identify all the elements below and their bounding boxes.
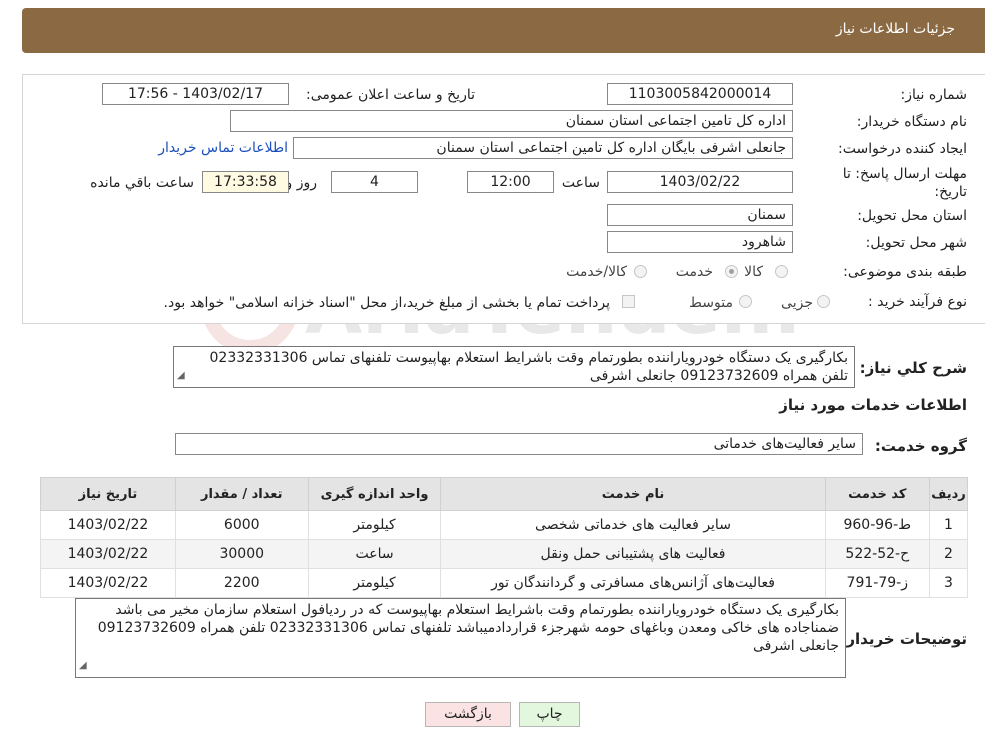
remaining-time-label: ساعت باقي مانده xyxy=(90,175,194,191)
table-header-row: ردیف کد خدمت نام خدمت واحد اندازه گیری ت… xyxy=(40,477,969,511)
category-goods-label: کالا xyxy=(744,264,763,280)
days-remaining-field: 4 xyxy=(331,171,418,193)
days-label: روز و xyxy=(285,175,318,191)
quantity-cell: 30000 xyxy=(174,539,309,569)
need-number-field: 1103005842000014 xyxy=(607,83,793,105)
service-group-label: گروه خدمت: xyxy=(874,437,967,455)
service-name-cell: سایر فعالیت های خدماتی شخصی xyxy=(440,510,826,540)
purchase-small-radio[interactable] xyxy=(817,295,830,308)
table-row: 3 ز-79-791 فعالیت‌های آژانس‌های مسافرتی … xyxy=(40,568,969,598)
deadline-time-label: ساعت xyxy=(561,175,600,191)
unit-cell: کیلومتر xyxy=(307,568,442,598)
treasury-payment-note: پرداخت تمام یا بخشی از مبلغ خرید،از محل … xyxy=(163,295,610,311)
resize-grip-icon: ◢ xyxy=(79,660,87,671)
col-header-unit: واحد اندازه گیری xyxy=(307,477,442,511)
summary-textarea[interactable]: بکارگیری یک دستگاه خودرویاراننده بطورتما… xyxy=(173,346,855,388)
col-header-need-date: تاریخ نیاز xyxy=(40,477,176,511)
service-name-cell: فعالیت‌های آژانس‌های مسافرتی و گردانندگا… xyxy=(440,568,826,598)
service-code-cell: ط-96-960 xyxy=(824,510,930,540)
buyer-notes-textarea[interactable]: بکارگیری یک دستگاه خودرویاراننده بطورتما… xyxy=(75,598,846,678)
buyer-notes-label: توضیحات خریدار: xyxy=(840,630,967,648)
province-field: سمنان xyxy=(607,204,793,226)
buyer-contact-link[interactable]: اطلاعات تماس خریدار xyxy=(158,140,288,156)
row-number-cell: 2 xyxy=(928,539,969,569)
remaining-time-field: 17:33:58 xyxy=(202,171,289,193)
purchase-type-label: نوع فرآیند خرید : xyxy=(868,294,967,310)
province-label: استان محل تحویل: xyxy=(857,208,967,224)
announce-date-label: تاریخ و ساعت اعلان عمومی: xyxy=(306,87,475,103)
announce-date-field: 1403/02/17 - 17:56 xyxy=(102,83,289,105)
services-table: ردیف کد خدمت نام خدمت واحد اندازه گیری ت… xyxy=(40,477,969,598)
need-date-cell: 1403/02/22 xyxy=(40,539,176,569)
deadline-time-field: 12:00 xyxy=(467,171,554,193)
services-section-title: اطلاعات خدمات مورد نياز xyxy=(779,396,967,414)
print-button[interactable]: چاپ xyxy=(519,702,580,727)
table-row: 1 ط-96-960 سایر فعالیت های خدماتی شخصی ک… xyxy=(40,510,969,540)
table-row: 2 ح-52-522 فعالیت های پشتیبانی حمل ونقل … xyxy=(40,539,969,569)
summary-text: بکارگیری یک دستگاه خودرویاراننده بطورتما… xyxy=(209,350,849,384)
deadline-date-field: 1403/02/22 xyxy=(607,171,793,193)
category-label: طبقه بندی موضوعی: xyxy=(843,264,967,280)
category-service-label: خدمت xyxy=(675,264,713,280)
need-date-cell: 1403/02/22 xyxy=(40,568,176,598)
category-goods-radio[interactable] xyxy=(775,265,788,278)
quantity-cell: 2200 xyxy=(174,568,309,598)
buyer-notes-text: بکارگیری یک دستگاه خودرویاراننده بطورتما… xyxy=(97,602,839,654)
service-code-cell: ح-52-522 xyxy=(824,539,930,569)
purchase-medium-radio[interactable] xyxy=(739,295,752,308)
category-goods-service-radio[interactable] xyxy=(634,265,647,278)
category-service-radio[interactable] xyxy=(725,265,738,278)
col-header-service-code: کد خدمت xyxy=(824,477,930,511)
creator-label: ایجاد کننده درخواست: xyxy=(838,141,967,157)
need-number-label: شماره نیاز: xyxy=(900,87,968,103)
creator-field: جانعلی اشرفی بایگان اداره کل تامین اجتما… xyxy=(293,137,793,159)
quantity-cell: 6000 xyxy=(174,510,309,540)
treasury-payment-checkbox[interactable] xyxy=(622,295,635,308)
summary-label: شرح كلي نياز: xyxy=(859,359,967,377)
page-title: جزئیات اطلاعات نیاز xyxy=(835,21,955,37)
deadline-label: مهلت ارسال پاسخ: تا تاریخ: xyxy=(842,166,967,200)
city-label: شهر محل تحویل: xyxy=(865,235,967,251)
back-button[interactable]: بازگشت xyxy=(425,702,511,727)
row-number-cell: 3 xyxy=(928,568,969,598)
col-header-quantity: تعداد / مقدار xyxy=(174,477,309,511)
need-date-cell: 1403/02/22 xyxy=(40,510,176,540)
resize-grip-icon: ◢ xyxy=(177,370,185,381)
row-number-cell: 1 xyxy=(928,510,969,540)
buyer-org-label: نام دستگاه خريدار: xyxy=(856,114,967,130)
page-header: جزئیات اطلاعات نیاز xyxy=(22,8,985,53)
col-header-service-name: نام خدمت xyxy=(440,477,826,511)
service-code-cell: ز-79-791 xyxy=(824,568,930,598)
unit-cell: کیلومتر xyxy=(307,510,442,540)
purchase-medium-label: متوسط xyxy=(689,295,733,311)
unit-cell: ساعت xyxy=(307,539,442,569)
col-header-row-number: ردیف xyxy=(928,477,969,511)
category-goods-service-label: کالا/خدمت xyxy=(566,264,627,280)
purchase-small-label: جزیی xyxy=(781,295,813,311)
buyer-org-field: اداره کل تامین اجتماعی استان سمنان xyxy=(230,110,793,132)
service-group-field: سایر فعالیت‌های خدماتی xyxy=(175,433,863,455)
city-field: شاهرود xyxy=(607,231,793,253)
service-name-cell: فعالیت های پشتیبانی حمل ونقل xyxy=(440,539,826,569)
